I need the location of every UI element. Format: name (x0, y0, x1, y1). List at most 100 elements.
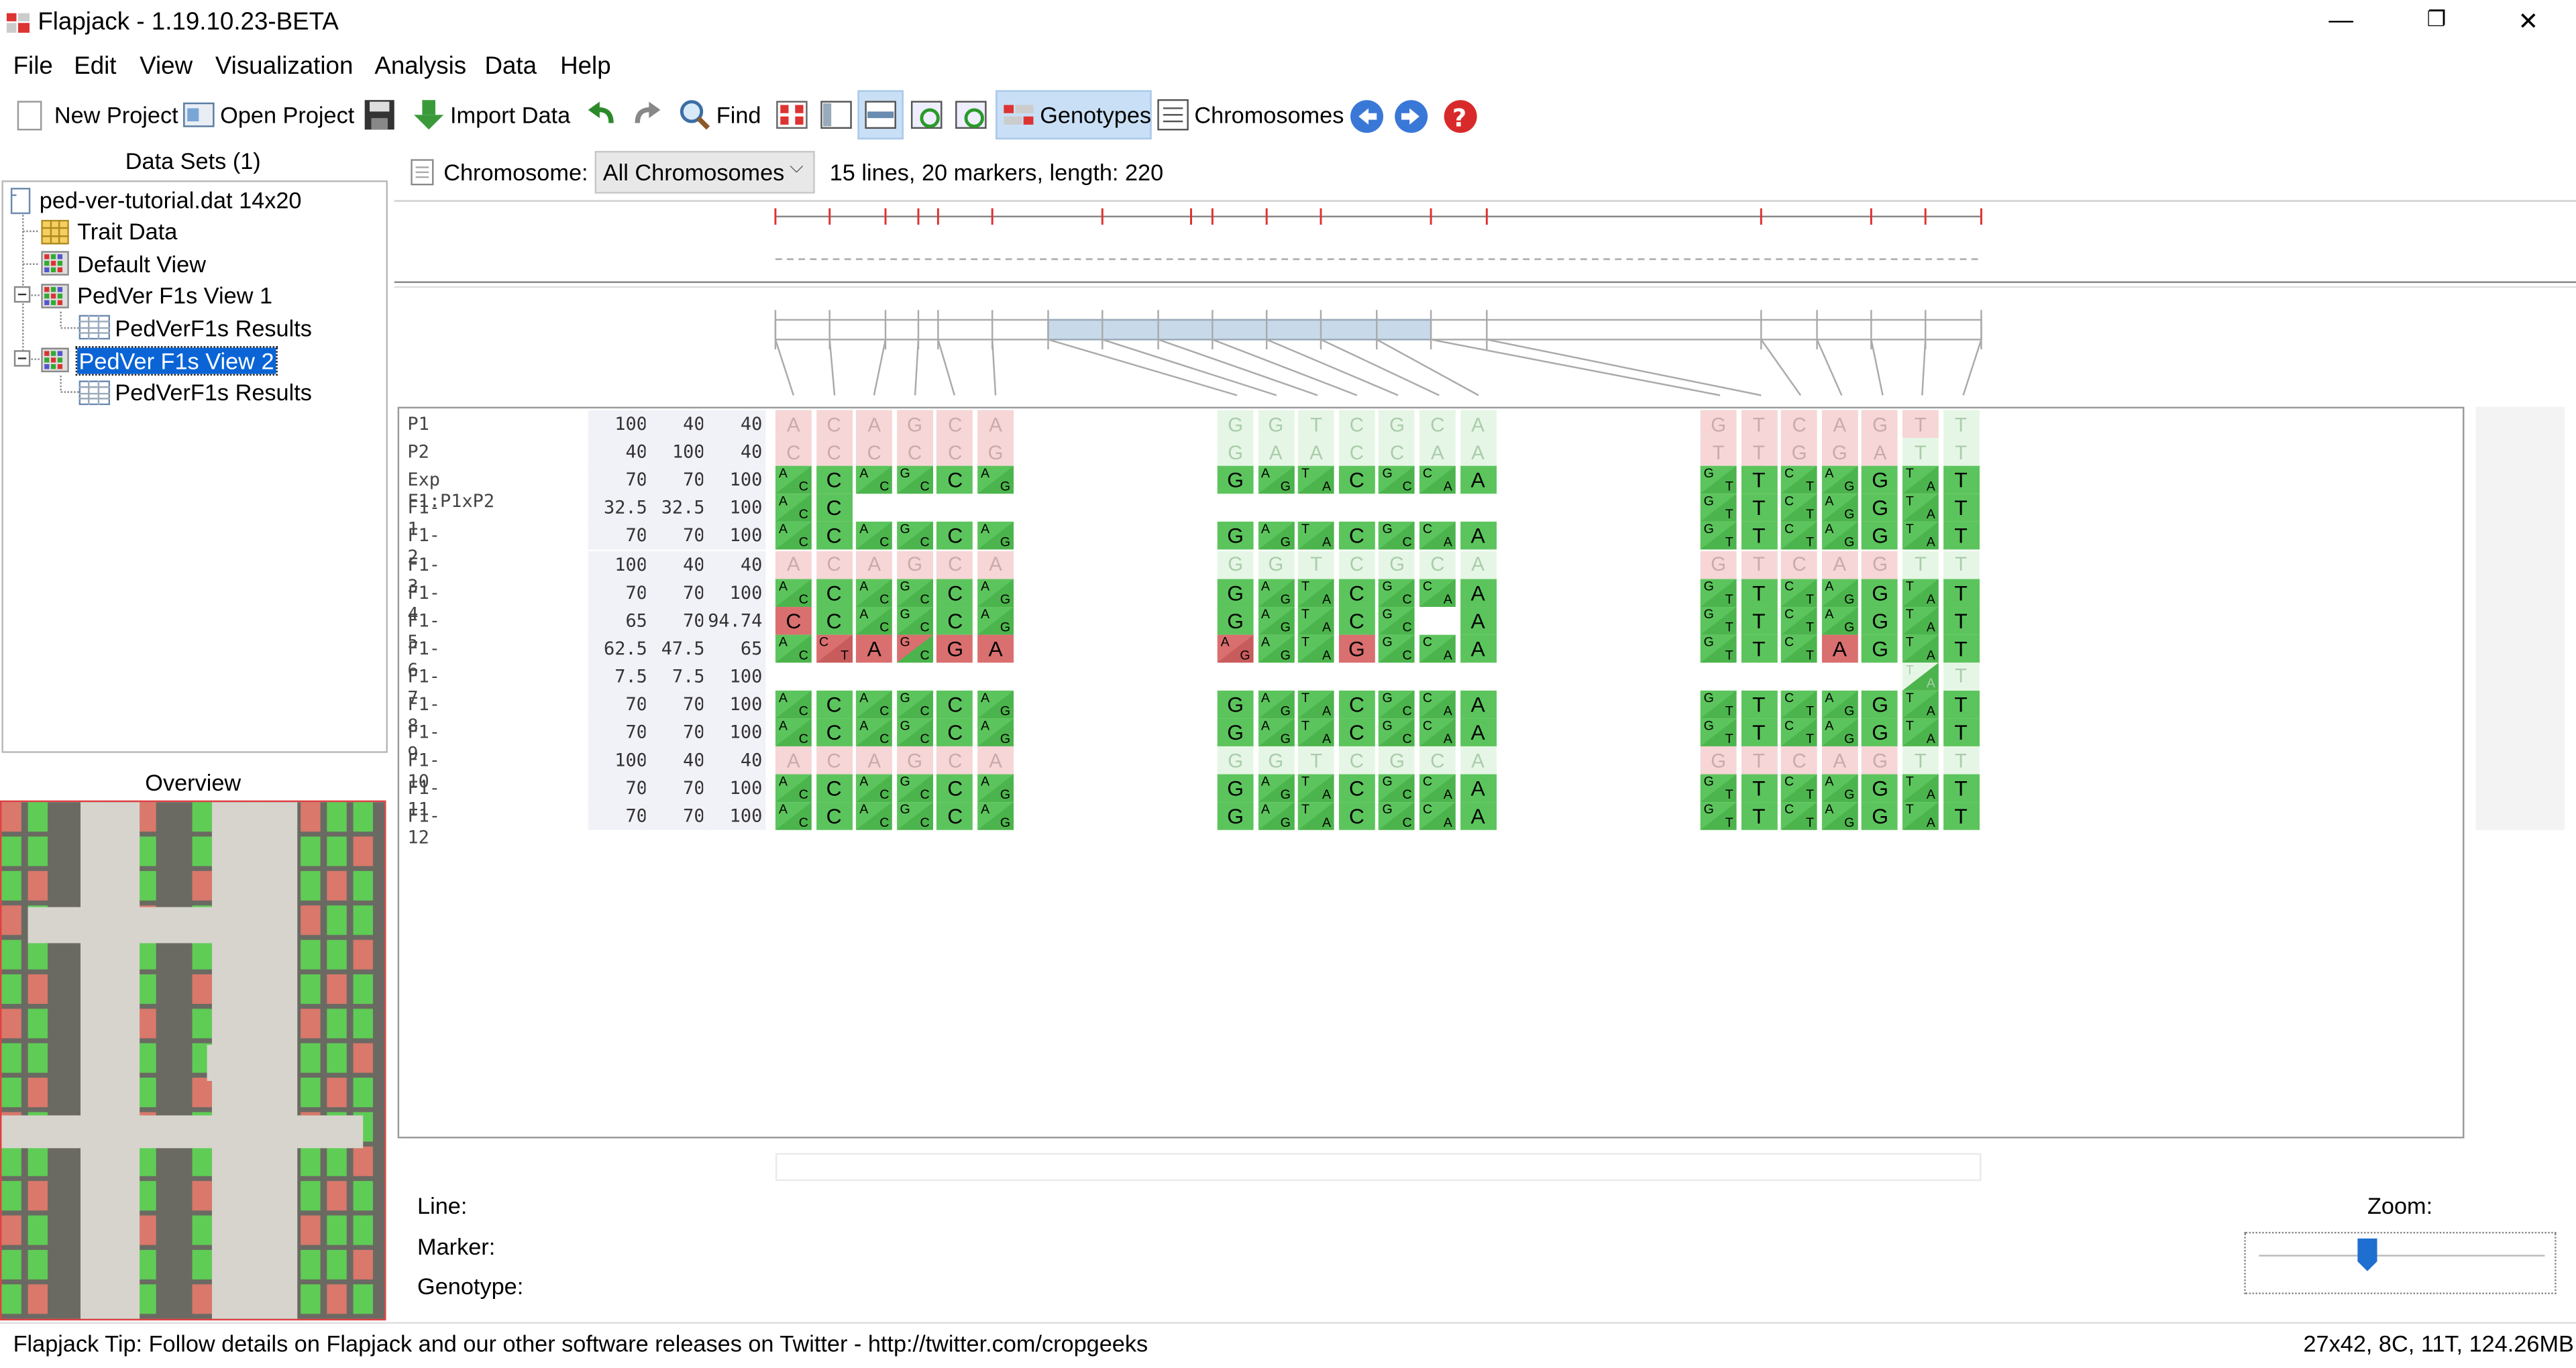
genotype-cell[interactable]: T (1298, 550, 1335, 579)
genotype-cell[interactable]: AG (1821, 718, 1858, 747)
genotype-cell[interactable]: AG (1217, 634, 1254, 663)
genotype-cell[interactable]: C (936, 438, 973, 466)
genotype-cell[interactable]: TA (1298, 466, 1335, 494)
genotype-cell[interactable]: AG (1257, 690, 1294, 719)
genotype-cell[interactable]: TA (1902, 466, 1939, 494)
genotype-cell[interactable]: G (1700, 746, 1737, 775)
genotype-cell[interactable]: A (856, 746, 893, 775)
genotype-cell[interactable]: C (816, 746, 853, 775)
genotype-cell[interactable]: C (936, 410, 973, 439)
genotype-cell[interactable]: C (1338, 466, 1375, 494)
genotype-cell[interactable]: AC (856, 522, 893, 551)
genotype-cell[interactable]: TA (1902, 606, 1939, 634)
menu-data[interactable]: Data (484, 52, 537, 80)
genotype-cell[interactable]: A (1460, 803, 1497, 831)
genotype-cell[interactable]: CT (1781, 466, 1818, 494)
genotype-cell[interactable]: G (1862, 410, 1898, 439)
genotype-cell[interactable]: G (1217, 410, 1254, 439)
genotype-cell[interactable]: AC (775, 466, 812, 494)
genotype-cell[interactable]: T (1740, 718, 1777, 747)
genotype-cell[interactable]: C (1338, 522, 1375, 551)
restore-button[interactable]: ❐ (2412, 7, 2461, 33)
genotype-cell[interactable]: GC (896, 606, 933, 634)
genotype-cell[interactable]: G (936, 634, 973, 663)
redo-button[interactable] (631, 91, 668, 139)
genotype-cell[interactable]: TA (1902, 634, 1939, 663)
genotype-cell[interactable]: A (977, 550, 1014, 579)
genotype-cell[interactable]: A (1298, 438, 1335, 466)
genotype-cell[interactable]: G (1700, 550, 1737, 579)
genotype-cell[interactable]: C (775, 438, 812, 466)
genotype-cell[interactable]: TA (1902, 494, 1939, 522)
genotype-cell[interactable]: T (1740, 438, 1777, 466)
genotype-cell[interactable]: AG (977, 466, 1014, 494)
genotype-cell[interactable]: G (1257, 410, 1294, 439)
genotype-cell[interactable]: CA (1419, 634, 1456, 663)
tree-item[interactable]: PedVer F1s View 1 (41, 280, 272, 311)
genotype-cell[interactable]: C (1338, 746, 1375, 775)
genotype-cell[interactable]: T (1943, 746, 1980, 775)
genotype-cell[interactable]: T (1740, 494, 1777, 522)
genotype-cell[interactable]: TA (1298, 634, 1335, 663)
overview-canvas[interactable] (0, 800, 386, 1321)
line-name[interactable]: P1 (407, 413, 429, 435)
genotype-cell[interactable]: AC (856, 466, 893, 494)
genotype-cell[interactable]: AC (775, 803, 812, 831)
genotype-cell[interactable]: CT (1781, 606, 1818, 634)
genotype-cell[interactable]: AG (977, 578, 1014, 607)
genotype-cell[interactable]: C (775, 606, 812, 634)
genotype-cell[interactable]: T (1943, 690, 1980, 719)
genotype-cell[interactable]: AG (1257, 578, 1294, 607)
genotype-cell[interactable]: CA (1419, 578, 1456, 607)
genotype-cell[interactable]: C (936, 718, 973, 747)
genotype-cell[interactable]: G (1862, 494, 1898, 522)
genotype-cell[interactable]: CA (1419, 466, 1456, 494)
genotype-cell[interactable]: C (896, 438, 933, 466)
genotype-cell[interactable]: AG (1257, 775, 1294, 803)
find-button[interactable]: Find (678, 91, 761, 139)
genotype-cell[interactable]: CA (1419, 718, 1456, 747)
genotype-cell[interactable]: A (977, 410, 1014, 439)
genotype-cell[interactable]: CT (1781, 803, 1818, 831)
genotype-cell[interactable]: C (936, 746, 973, 775)
genotype-cell[interactable]: G (1862, 550, 1898, 579)
genotype-cell[interactable]: C (816, 494, 853, 522)
chromosome-select[interactable]: All Chromosomes ⌵ (594, 151, 815, 194)
genotype-cell[interactable]: G (1217, 438, 1254, 466)
genotype-cell[interactable]: C (816, 606, 853, 634)
genotype-cell[interactable]: C (816, 803, 853, 831)
genotype-cell[interactable]: G (1257, 550, 1294, 579)
genotype-cell[interactable]: C (936, 522, 973, 551)
genotype-cell[interactable]: T (1740, 522, 1777, 551)
genotype-cell[interactable]: A (1460, 410, 1497, 439)
genotype-cell[interactable]: C (936, 803, 973, 831)
genotype-cell[interactable]: AG (1257, 522, 1294, 551)
genotype-cell[interactable]: GT (1700, 690, 1737, 719)
genotype-cell[interactable]: A (1460, 634, 1497, 663)
genotype-cell[interactable]: C (1338, 775, 1375, 803)
genotype-cell[interactable]: A (1821, 746, 1858, 775)
genotype-cell[interactable]: G (1217, 803, 1254, 831)
genotype-cell[interactable]: CT (1781, 775, 1818, 803)
genotype-cell[interactable]: C (1419, 746, 1456, 775)
genotype-cell[interactable]: T (1740, 775, 1777, 803)
genotype-cell[interactable]: G (896, 746, 933, 775)
genotype-cell[interactable]: A (1460, 746, 1497, 775)
genotype-cell[interactable]: AC (856, 578, 893, 607)
genotype-cell[interactable]: G (1217, 606, 1254, 634)
genotype-cell[interactable]: T (1902, 550, 1939, 579)
genotype-cell[interactable]: A (1862, 438, 1898, 466)
genotype-cell[interactable]: A (1821, 550, 1858, 579)
genotype-cell[interactable]: AG (1821, 803, 1858, 831)
open-project-button[interactable]: Open Project (182, 91, 354, 139)
genotype-cell[interactable]: CT (1781, 578, 1818, 607)
genotype-cell[interactable]: GT (1700, 606, 1737, 634)
genotype-cell[interactable]: C (1419, 550, 1456, 579)
genotype-cell[interactable]: AC (856, 690, 893, 719)
genotype-cell[interactable]: T (1740, 634, 1777, 663)
genotype-cell[interactable]: G (1217, 578, 1254, 607)
genotype-cell[interactable]: GC (896, 634, 933, 663)
genotype-cell[interactable]: AC (856, 775, 893, 803)
genotype-cell[interactable]: A (1460, 775, 1497, 803)
genotype-cell[interactable]: CA (1419, 522, 1456, 551)
